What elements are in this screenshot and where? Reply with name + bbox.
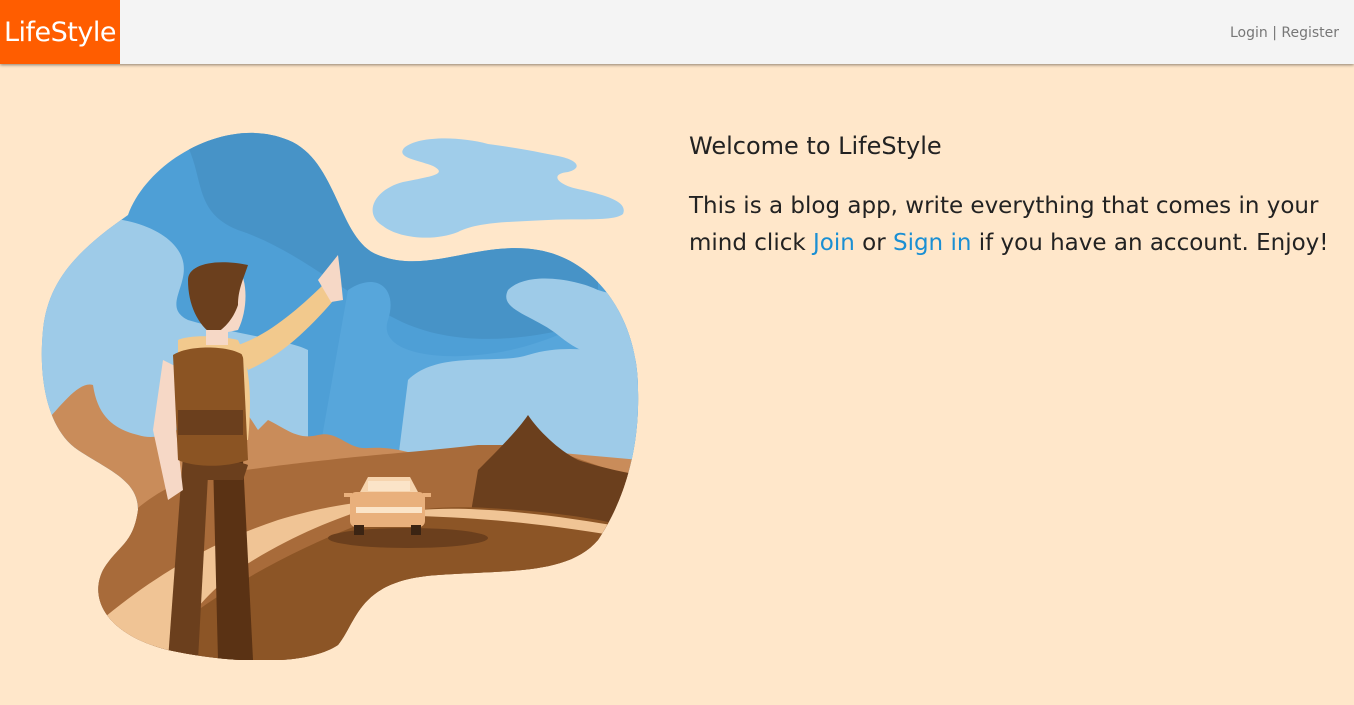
hitchhiker-illustration <box>41 132 639 660</box>
login-link[interactable]: Login <box>1230 25 1268 41</box>
sign-in-link[interactable]: Sign in <box>893 230 971 256</box>
brand-logo[interactable]: LifeStyle <box>0 0 120 64</box>
navbar: LifeStyle Login | Register <box>0 0 1354 64</box>
auth-links: Login | Register <box>1230 0 1339 64</box>
intro-paragraph: This is a blog app, write everything tha… <box>689 188 1329 262</box>
nav-separator: | <box>1272 25 1277 41</box>
register-link[interactable]: Register <box>1281 25 1339 41</box>
floating-cloud <box>372 138 624 238</box>
intro-text-middle: or <box>854 230 893 256</box>
page-title: Welcome to LifeStyle <box>689 132 942 160</box>
join-link[interactable]: Join <box>813 230 855 256</box>
welcome-section: Welcome to LifeStyle This is a blog app,… <box>689 128 1329 262</box>
intro-text-end: if you have an account. Enjoy! <box>971 230 1329 256</box>
